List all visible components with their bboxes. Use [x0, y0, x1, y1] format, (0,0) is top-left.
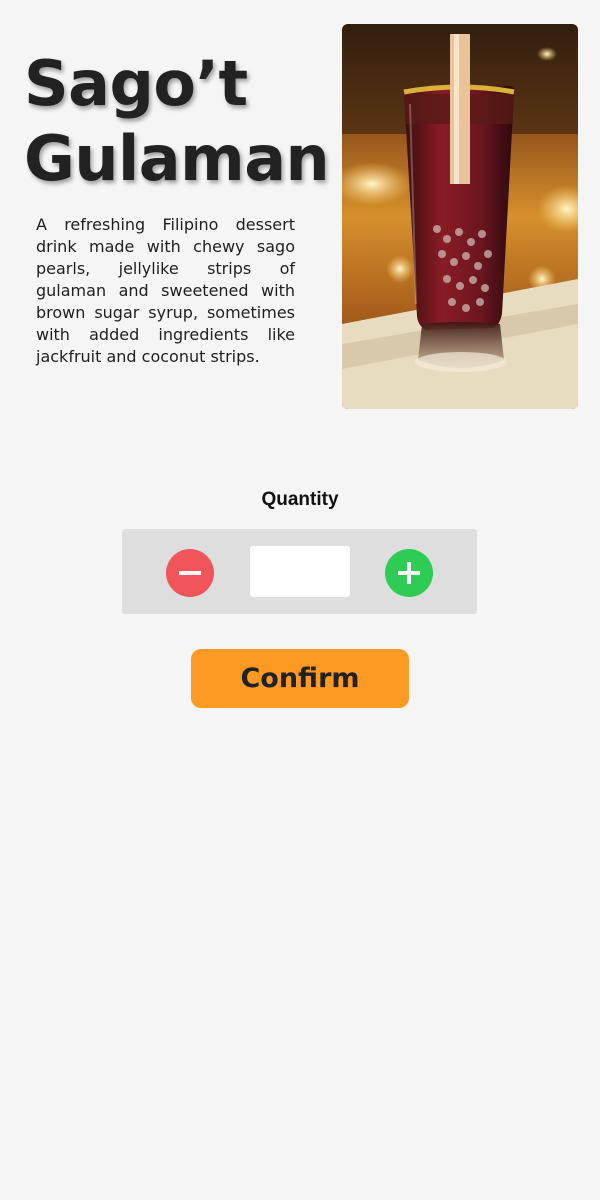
minus-icon: [179, 571, 201, 575]
decrement-button[interactable]: [166, 549, 214, 597]
quantity-input[interactable]: [250, 546, 350, 597]
quantity-label: Quantity: [261, 489, 339, 510]
product-image: [342, 24, 578, 409]
quantity-stepper: [122, 529, 477, 614]
product-title-line-1: Sago’t: [24, 47, 248, 120]
increment-button[interactable]: [385, 549, 433, 597]
product-title-line-2: Gulaman: [24, 122, 330, 195]
plus-icon: [398, 562, 420, 584]
product-title: Sago’t Gulaman: [24, 46, 334, 196]
product-description: A refreshing Filipino dessert drink made…: [36, 215, 295, 366]
confirm-button[interactable]: Confirm: [191, 649, 409, 708]
